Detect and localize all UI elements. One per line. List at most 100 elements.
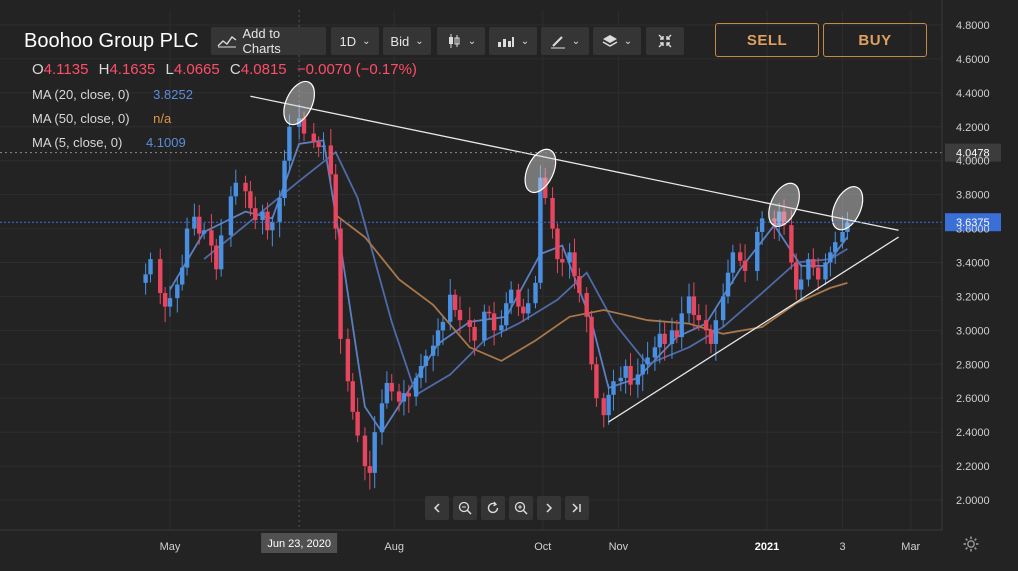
chevron-right-icon bbox=[546, 503, 553, 513]
candle-body bbox=[440, 321, 446, 331]
candle-body bbox=[472, 326, 477, 341]
ohlc-readout: O4.1135 H4.1635 L4.0665 C4.0815 −0.0070 … bbox=[32, 61, 417, 78]
candle-body bbox=[158, 259, 163, 294]
collapse-button[interactable] bbox=[646, 27, 684, 55]
price-chart[interactable]: 4.04783.6375 4.80004.60004.40004.20004.0… bbox=[0, 0, 1018, 571]
candle-body bbox=[233, 182, 238, 197]
highlight-ellipse bbox=[768, 182, 800, 227]
candle-body bbox=[270, 221, 275, 231]
trendline-support bbox=[608, 236, 899, 423]
settings-button[interactable] bbox=[962, 535, 980, 558]
candlestick-icon bbox=[448, 34, 460, 48]
candle-body bbox=[798, 279, 804, 290]
y-tick-label: 4.2000 bbox=[956, 122, 990, 134]
candle-body bbox=[218, 235, 224, 270]
candle-body bbox=[350, 381, 355, 412]
indicators-dropdown[interactable]: ⌄ bbox=[489, 27, 537, 55]
candle-body bbox=[628, 365, 633, 385]
indicator-label: MA (50, close, 0) bbox=[32, 111, 130, 126]
scroll-left-button[interactable] bbox=[425, 496, 449, 520]
candle-body bbox=[379, 403, 385, 433]
layers-icon bbox=[602, 35, 618, 47]
candle-body bbox=[577, 276, 582, 294]
crosshair-date-label: Jun 23, 2020 bbox=[267, 538, 331, 550]
candle-body bbox=[686, 296, 692, 314]
sell-button[interactable]: SELL bbox=[715, 23, 819, 57]
candle-body bbox=[333, 174, 338, 229]
layers-dropdown[interactable]: ⌄ bbox=[593, 27, 641, 55]
indicator-label: MA (20, close, 0) bbox=[32, 87, 130, 102]
x-tick-label: Oct bbox=[534, 541, 551, 553]
candle-body bbox=[662, 333, 667, 344]
candle-body bbox=[742, 260, 748, 271]
candle-body bbox=[467, 320, 472, 327]
candle-body bbox=[430, 345, 436, 356]
candle-body bbox=[179, 267, 185, 285]
x-tick-label: 3 bbox=[839, 541, 845, 553]
zoom-in-button[interactable] bbox=[509, 496, 533, 520]
candle-body bbox=[401, 393, 407, 402]
candle-body bbox=[508, 289, 514, 304]
add-to-charts-label: Add to Charts bbox=[242, 26, 281, 56]
gear-icon bbox=[963, 536, 979, 552]
candle-body bbox=[789, 225, 794, 263]
candle-body bbox=[265, 211, 270, 231]
price-side-dropdown[interactable]: Bid ⌄ bbox=[383, 27, 431, 55]
candle-body bbox=[214, 245, 219, 270]
y-tick-label: 2.2000 bbox=[956, 461, 990, 473]
candle-body bbox=[635, 374, 641, 385]
interval-dropdown[interactable]: 1D ⌄ bbox=[331, 27, 379, 55]
highlight-ellipse bbox=[831, 186, 864, 231]
candle-body bbox=[367, 466, 373, 473]
y-tick-label: 3.8000 bbox=[956, 190, 990, 202]
x-tick-label: Mar bbox=[901, 541, 920, 553]
buy-button[interactable]: BUY bbox=[823, 23, 927, 57]
candle-body bbox=[606, 394, 611, 416]
indicator-ma5[interactable]: MA (5, close, 0) 4.1009 bbox=[32, 135, 186, 150]
highlight-ellipses bbox=[283, 80, 864, 231]
add-to-charts-button[interactable]: Add to Charts bbox=[211, 26, 326, 56]
bar-type-icon bbox=[497, 37, 514, 47]
high-label: H bbox=[98, 61, 110, 78]
candle-body bbox=[148, 259, 153, 275]
candle-body bbox=[253, 208, 258, 221]
candle-body bbox=[811, 259, 816, 268]
indicator-ma50[interactable]: MA (50, close, 0) n/a bbox=[32, 111, 171, 126]
candle-body bbox=[423, 355, 429, 366]
candle-body bbox=[533, 282, 538, 304]
candle-body bbox=[679, 313, 684, 338]
candle-body bbox=[162, 293, 168, 307]
draw-pencil-icon bbox=[550, 36, 565, 49]
candle-body bbox=[833, 242, 838, 253]
low-label: L bbox=[165, 61, 174, 78]
candle-body bbox=[413, 377, 419, 397]
candle-body bbox=[755, 231, 760, 271]
ma-line bbox=[203, 150, 848, 397]
candle-body bbox=[516, 289, 521, 307]
high-value: 4.1635 bbox=[109, 61, 156, 78]
candle-body bbox=[418, 365, 424, 378]
indicator-label: MA (5, close, 0) bbox=[32, 135, 123, 150]
candle-body bbox=[260, 211, 265, 221]
scroll-right-button[interactable] bbox=[537, 496, 561, 520]
candle-body bbox=[389, 382, 394, 392]
reset-button[interactable] bbox=[481, 496, 505, 520]
candle-body bbox=[611, 381, 616, 395]
candle-body bbox=[526, 303, 531, 314]
zoom-out-button[interactable] bbox=[453, 496, 477, 520]
indicator-value: 3.8252 bbox=[153, 87, 193, 102]
chevron-down-icon: ⌄ bbox=[415, 35, 424, 47]
indicator-ma20[interactable]: MA (20, close, 0) 3.8252 bbox=[32, 87, 193, 102]
candle-body bbox=[703, 320, 709, 331]
candle-body bbox=[248, 191, 253, 209]
candle-body bbox=[277, 198, 282, 222]
indicator-value: 4.1009 bbox=[145, 135, 186, 150]
jump-to-latest-button[interactable] bbox=[565, 496, 589, 520]
open-label: O bbox=[32, 61, 44, 78]
candle-body bbox=[594, 364, 599, 399]
collapse-icon bbox=[658, 34, 672, 48]
drawing-tools-dropdown[interactable]: ⌄ bbox=[541, 27, 589, 55]
candle-body bbox=[737, 252, 743, 261]
chart-type-dropdown[interactable]: ⌄ bbox=[437, 27, 485, 55]
candle-body bbox=[452, 294, 458, 310]
